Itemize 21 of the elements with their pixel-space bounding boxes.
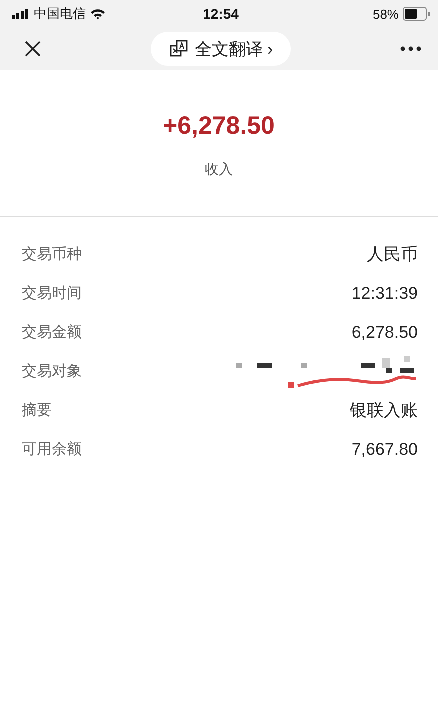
detail-value: 12:31:39	[352, 284, 418, 304]
detail-value: 6,278.50	[352, 322, 418, 342]
detail-label: 摘要	[22, 401, 52, 420]
detail-label: 交易对象	[22, 362, 82, 381]
battery-icon	[403, 7, 430, 21]
detail-label: 可用余额	[22, 440, 82, 459]
signal-icon	[12, 9, 30, 19]
transaction-type: 收入	[205, 161, 233, 179]
detail-value: 7,667.80	[352, 440, 418, 460]
translate-button[interactable]: 全文翻译 ›	[150, 32, 292, 66]
translate-icon	[168, 39, 189, 59]
detail-label: 交易币种	[22, 245, 82, 264]
detail-label: 交易时间	[22, 284, 82, 303]
status-time: 12:54	[203, 6, 239, 22]
detail-value: 银联入账	[350, 400, 418, 422]
wifi-icon	[90, 8, 106, 20]
battery-percent: 58%	[372, 6, 399, 22]
amount: +6,278.50	[163, 112, 275, 141]
carrier-name: 中国电信	[34, 5, 86, 23]
detail-label: 交易金额	[22, 323, 82, 342]
detail-value: 人民币	[367, 244, 418, 266]
